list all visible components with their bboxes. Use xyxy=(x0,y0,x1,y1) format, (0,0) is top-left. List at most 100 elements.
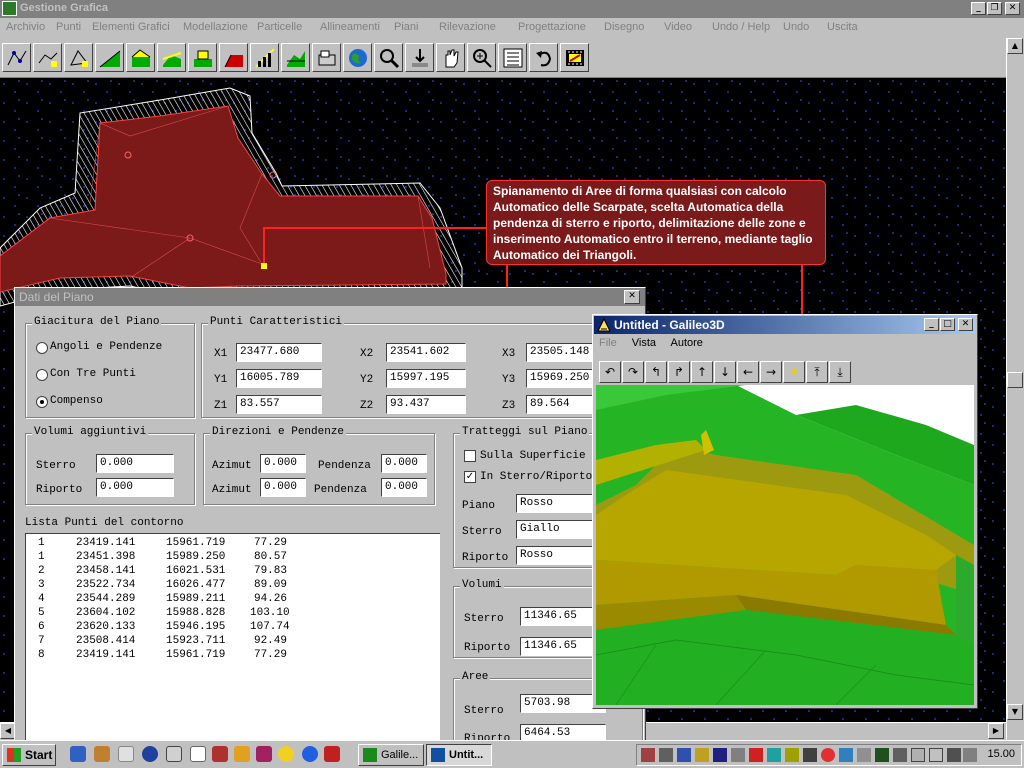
globe-icon[interactable] xyxy=(343,43,372,72)
menu-modellazione[interactable]: Modellazione xyxy=(183,21,248,33)
list-item[interactable]: 2 23458.141 16021.531 79.83 xyxy=(26,565,440,579)
points-insert-icon[interactable] xyxy=(2,43,31,72)
move-left-icon[interactable]: ← xyxy=(737,361,759,383)
menu-video[interactable]: Video xyxy=(664,21,692,33)
galileo-app-icon[interactable] xyxy=(596,317,612,333)
quicklaunch-desktop-icon[interactable] xyxy=(70,746,86,762)
x2-field[interactable]: 23541.602 xyxy=(386,343,466,362)
menu-uscita[interactable]: Uscita xyxy=(827,21,858,33)
task-galileo[interactable]: Galile... xyxy=(358,744,424,766)
menu-punti[interactable]: Punti xyxy=(56,21,81,33)
clock[interactable]: 15.00 xyxy=(987,748,1015,760)
start-button[interactable]: Start xyxy=(2,744,56,766)
y2-field[interactable]: 15997.195 xyxy=(386,369,466,388)
restore-button[interactable]: ❐ xyxy=(987,2,1002,15)
turn-right-icon[interactable]: ↱ xyxy=(668,361,690,383)
section-icon[interactable] xyxy=(312,43,341,72)
tray-icon-1[interactable] xyxy=(641,748,655,762)
list-item[interactable]: 5 23604.102 15988.828 103.10 xyxy=(26,607,440,621)
dialog-close-button[interactable]: ✕ xyxy=(624,290,640,304)
tray-icon-13[interactable] xyxy=(857,748,871,762)
move-right-icon[interactable]: → xyxy=(760,361,782,383)
grid-icon[interactable] xyxy=(188,43,217,72)
lista-punti-listbox[interactable]: 1 23419.141 15961.719 77.29 1 23451.398 15989.… xyxy=(25,533,440,748)
volume-icon[interactable] xyxy=(963,748,977,762)
zoom-icon[interactable] xyxy=(374,43,403,72)
list-item[interactable]: 7 23508.414 15923.711 92.49 xyxy=(26,635,440,649)
pendenza2-field[interactable]: 0.000 xyxy=(381,478,427,497)
menu-allineamenti[interactable]: Allineamenti xyxy=(320,21,380,33)
points-edit-icon[interactable] xyxy=(33,43,62,72)
rotate-right-icon[interactable]: ↷ xyxy=(622,361,644,383)
menu-disegno[interactable]: Disegno xyxy=(604,21,644,33)
menu-particelle[interactable]: Particelle xyxy=(257,21,302,33)
film-icon[interactable] xyxy=(560,43,589,72)
tray-icon-4[interactable] xyxy=(695,748,709,762)
scroll-up-arrow[interactable]: ▲ xyxy=(1007,38,1023,54)
vol-agg-riporto-field[interactable]: 0.000 xyxy=(96,478,174,497)
minimize-button[interactable]: _ xyxy=(971,2,986,15)
tray-icon-7[interactable] xyxy=(749,748,763,762)
galileo-maximize-button[interactable]: □ xyxy=(940,318,955,331)
galileo-menu-vista[interactable]: Vista xyxy=(632,337,656,349)
terrain-icon[interactable] xyxy=(95,43,124,72)
scroll-thumb[interactable] xyxy=(1007,372,1023,388)
list-icon[interactable] xyxy=(498,43,527,72)
pan-hand-icon[interactable] xyxy=(436,43,465,72)
undo-icon[interactable] xyxy=(529,43,558,72)
vertical-scrollbar[interactable]: ▲ ▼ xyxy=(1006,38,1024,740)
move-up-icon[interactable]: ↑ xyxy=(691,361,713,383)
menu-undo-help[interactable]: Undo / Help xyxy=(712,21,770,33)
list-item[interactable]: 6 23620.133 15946.195 107.74 xyxy=(26,621,440,635)
radio-compenso[interactable] xyxy=(36,396,48,408)
embankment-icon[interactable] xyxy=(219,43,248,72)
galileo-close-button[interactable]: ✕ xyxy=(958,318,973,331)
tray-icon-2[interactable] xyxy=(659,748,673,762)
tray-icon-6[interactable] xyxy=(731,748,745,762)
sulla-superficie-checkbox[interactable] xyxy=(464,450,476,462)
move-down-icon[interactable]: ↓ xyxy=(714,361,736,383)
quicklaunch-link-icon[interactable] xyxy=(212,746,228,762)
profile-icon[interactable] xyxy=(281,43,310,72)
list-item[interactable]: 1 23451.398 15989.250 80.57 xyxy=(26,551,440,565)
quicklaunch-media-icon[interactable] xyxy=(256,746,272,762)
surface-icon[interactable] xyxy=(126,43,155,72)
radio-tre-punti[interactable] xyxy=(36,369,48,381)
x1-field[interactable]: 23477.680 xyxy=(236,343,322,362)
quicklaunch-notepad-icon[interactable] xyxy=(118,746,134,762)
galileo-menu-file[interactable]: File xyxy=(599,337,617,349)
quicklaunch-home-icon[interactable] xyxy=(234,746,250,762)
quicklaunch-sun-icon[interactable] xyxy=(278,746,294,762)
list-item[interactable]: 3 23522.734 16026.477 89.09 xyxy=(26,579,440,593)
tray-icon-14[interactable] xyxy=(875,748,889,762)
task-untitled[interactable]: Untit... xyxy=(426,744,492,766)
list-item[interactable]: 8 23419.141 15961.719 77.29 xyxy=(26,649,440,663)
galileo-minimize-button[interactable]: _ xyxy=(924,318,939,331)
y1-field[interactable]: 16005.789 xyxy=(236,369,322,388)
tray-icon-15[interactable] xyxy=(893,748,907,762)
list-item[interactable]: 4 23544.289 15989.211 94.26 xyxy=(26,593,440,607)
contours-icon[interactable] xyxy=(250,43,279,72)
zoom-plus-icon[interactable] xyxy=(467,43,496,72)
quicklaunch-user-icon[interactable] xyxy=(142,746,158,762)
turn-left-icon[interactable]: ↰ xyxy=(645,361,667,383)
tray-icon-16[interactable] xyxy=(911,748,925,762)
tray-icon-10[interactable] xyxy=(803,748,817,762)
rotate-left-icon[interactable]: ↶ xyxy=(599,361,621,383)
scroll-down-arrow[interactable]: ▼ xyxy=(1007,704,1023,720)
pendenza1-field[interactable]: 0.000 xyxy=(381,454,427,473)
menu-rilevazione[interactable]: Rilevazione xyxy=(439,21,496,33)
app-icon[interactable] xyxy=(2,1,17,16)
radio-angoli[interactable] xyxy=(36,342,48,354)
menu-elementi[interactable]: Elementi Grafici xyxy=(92,21,170,33)
z2-field[interactable]: 93.437 xyxy=(386,395,466,414)
in-sterro-checkbox[interactable]: ✓ xyxy=(464,471,476,483)
tray-icon-12[interactable] xyxy=(839,748,853,762)
menu-undo[interactable]: Undo xyxy=(783,21,809,33)
list-item[interactable]: 1 23419.141 15961.719 77.29 xyxy=(26,537,440,551)
z1-field[interactable]: 83.557 xyxy=(236,395,322,414)
menu-progettazione[interactable]: Progettazione xyxy=(518,21,586,33)
tray-icon-9[interactable] xyxy=(785,748,799,762)
tray-icon-8[interactable] xyxy=(767,748,781,762)
vertices-icon[interactable] xyxy=(64,43,93,72)
